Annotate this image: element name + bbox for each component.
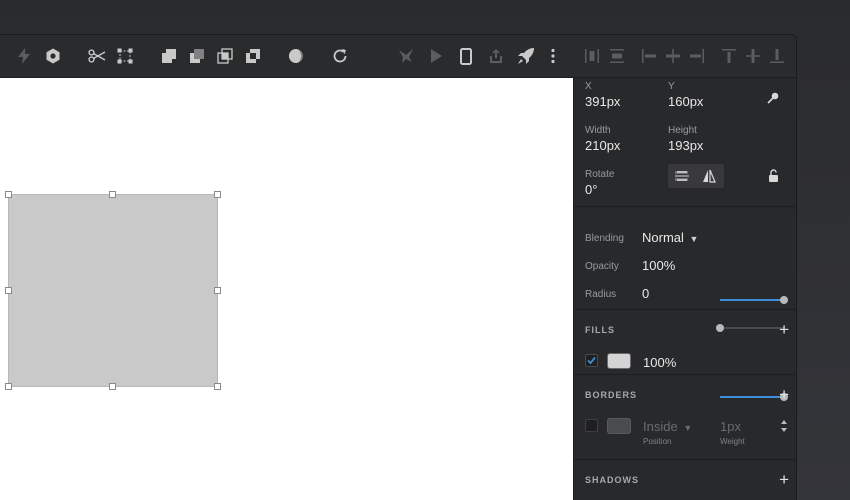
distribute-horizontal-icon[interactable] <box>582 46 602 66</box>
borders-title: BORDERS <box>585 390 638 400</box>
height-value[interactable]: 193px <box>668 138 703 153</box>
opacity-slider-fill <box>720 299 784 301</box>
fill-opacity-value[interactable]: 100% <box>643 355 676 370</box>
chevron-down-icon: ▼ <box>689 234 699 244</box>
border-position-select[interactable]: Inside ▼ <box>643 419 692 434</box>
border-position-label: Position <box>643 437 672 446</box>
stepper-icon[interactable] <box>780 419 788 438</box>
scissors-icon[interactable] <box>87 46 107 66</box>
intersect-icon[interactable] <box>215 46 235 66</box>
border-weight-value[interactable]: 1px <box>720 419 741 434</box>
resize-handle-right[interactable] <box>214 287 221 294</box>
radius-slider-knob[interactable] <box>716 324 724 332</box>
flip-vertical-icon[interactable] <box>701 168 717 189</box>
mask-icon[interactable] <box>286 46 306 66</box>
upload-icon[interactable] <box>486 46 506 66</box>
resize-handle-bottom[interactable] <box>109 383 116 390</box>
fill-checkbox[interactable] <box>585 354 598 367</box>
mobile-device-icon[interactable] <box>456 46 476 66</box>
fill-color-swatch[interactable] <box>607 353 631 369</box>
blending-label: Blending <box>585 233 624 244</box>
opacity-label: Opacity <box>585 261 619 272</box>
play-icon[interactable] <box>426 46 446 66</box>
resize-handle-top-left[interactable] <box>5 191 12 198</box>
unlock-icon[interactable] <box>768 169 779 188</box>
flip-horizontal-icon[interactable] <box>674 169 690 188</box>
fill-opacity-slider[interactable] <box>720 393 788 401</box>
align-bottom-icon[interactable] <box>767 46 787 66</box>
opacity-value[interactable]: 100% <box>642 258 675 273</box>
border-color-swatch[interactable] <box>607 418 631 434</box>
add-border-button[interactable]: + <box>779 386 789 403</box>
divider <box>574 459 796 460</box>
refresh-icon[interactable] <box>330 46 350 66</box>
divider <box>574 309 796 310</box>
add-shadow-button[interactable]: + <box>779 471 789 488</box>
distribute-vertical-icon[interactable] <box>607 46 627 66</box>
bolt-icon[interactable] <box>14 46 34 66</box>
flip-buttons <box>668 164 724 188</box>
inspector-panel: X 391px Y 160px Width 210px Height 193px… <box>573 78 796 500</box>
app-window: X 391px Y 160px Width 210px Height 193px… <box>0 34 797 500</box>
shadows-title: SHADOWS <box>585 475 639 485</box>
hexagon-nut-icon[interactable] <box>43 46 63 66</box>
height-label: Height <box>668 125 697 136</box>
width-label: Width <box>585 125 611 136</box>
design-canvas[interactable] <box>0 78 573 500</box>
align-left-icon[interactable] <box>639 46 659 66</box>
resize-handle-left[interactable] <box>5 287 12 294</box>
difference-icon[interactable] <box>243 46 263 66</box>
rocket-icon[interactable] <box>516 46 536 66</box>
opacity-slider[interactable] <box>720 296 788 304</box>
radius-value[interactable]: 0 <box>642 286 649 301</box>
align-right-icon[interactable] <box>687 46 707 66</box>
pin-icon[interactable] <box>766 91 780 110</box>
bird-icon[interactable] <box>396 46 416 66</box>
subtract-icon[interactable] <box>187 46 207 66</box>
fills-title: FILLS <box>585 325 615 335</box>
rotate-value[interactable]: 0° <box>585 182 597 197</box>
radius-slider[interactable] <box>716 324 784 332</box>
resize-handle-bottom-left[interactable] <box>5 383 12 390</box>
rotate-label: Rotate <box>585 169 615 180</box>
width-value[interactable]: 210px <box>585 138 620 153</box>
blending-select[interactable]: Normal ▼ <box>642 230 698 245</box>
align-middle-icon[interactable] <box>743 46 763 66</box>
union-icon[interactable] <box>159 46 179 66</box>
blending-value: Normal <box>642 230 684 245</box>
y-label: Y <box>668 81 675 92</box>
align-center-icon[interactable] <box>663 46 683 66</box>
border-weight-label: Weight <box>720 437 745 446</box>
fill-opacity-slider-fill <box>720 396 784 398</box>
divider <box>574 374 796 375</box>
resize-handle-bottom-right[interactable] <box>214 383 221 390</box>
resize-handle-top-right[interactable] <box>214 191 221 198</box>
opacity-slider-knob[interactable] <box>780 296 788 304</box>
border-position-value: Inside <box>643 419 678 434</box>
align-top-icon[interactable] <box>719 46 739 66</box>
selected-rectangle[interactable] <box>8 194 218 387</box>
x-value[interactable]: 391px <box>585 94 620 109</box>
border-checkbox[interactable] <box>585 419 598 432</box>
bounding-box-icon[interactable] <box>115 46 135 66</box>
resize-handle-top[interactable] <box>109 191 116 198</box>
chevron-down-icon: ▼ <box>683 423 693 433</box>
more-vertical-icon[interactable] <box>543 46 563 66</box>
toolbar <box>0 35 796 78</box>
x-label: X <box>585 81 592 92</box>
radius-label: Radius <box>585 289 617 300</box>
add-fill-button[interactable]: + <box>779 321 789 338</box>
y-value[interactable]: 160px <box>668 94 703 109</box>
divider <box>574 206 796 207</box>
